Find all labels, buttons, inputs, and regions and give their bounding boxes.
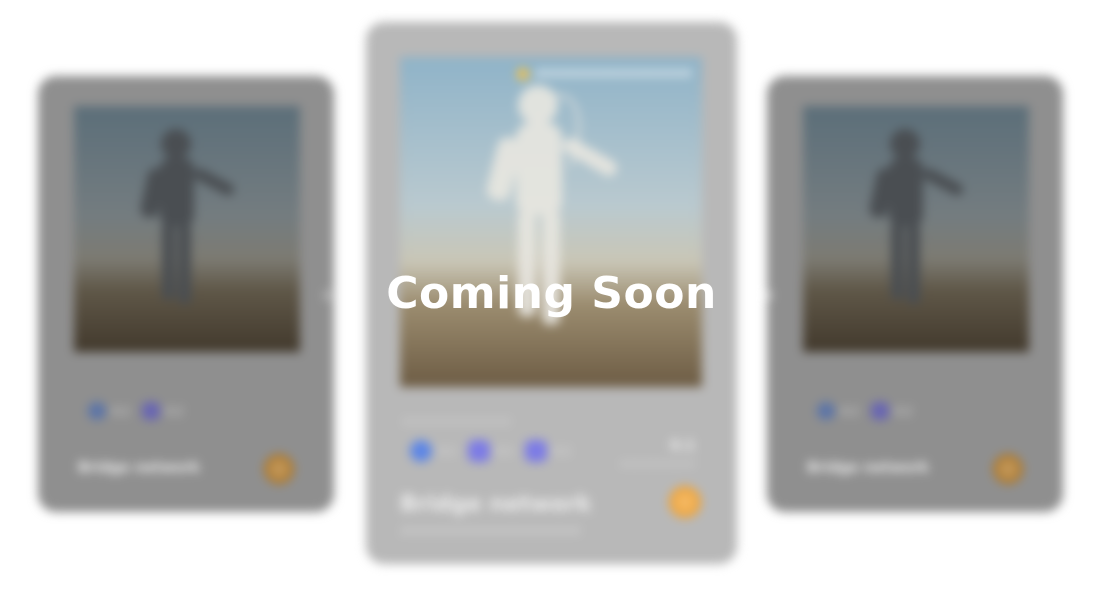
chain-value: 0.2 bbox=[495, 444, 514, 458]
card-title: Bridge network bbox=[807, 460, 929, 476]
price-stat: 0.1 ########## bbox=[620, 438, 695, 470]
astronaut-artwork: ################# bbox=[400, 57, 702, 387]
chain-value: 0.2 bbox=[438, 444, 456, 458]
circle-chain-icon bbox=[88, 402, 106, 420]
featured-badge: ################# bbox=[517, 67, 692, 80]
chain-value: 0.2 bbox=[112, 404, 130, 418]
card-title: Bridge network bbox=[78, 460, 200, 476]
chain-item: 0.2 bbox=[410, 440, 456, 462]
chain-value: 0.2 bbox=[553, 444, 571, 458]
square-chain-icon bbox=[525, 440, 547, 462]
square-chain-icon bbox=[141, 402, 160, 420]
stat-value: 0.1 bbox=[670, 438, 695, 454]
action-button[interactable] bbox=[669, 486, 701, 518]
circle-icon bbox=[1001, 462, 1015, 476]
chain-item: 0.2 bbox=[141, 402, 184, 420]
chain-item: 0.2 bbox=[525, 440, 571, 462]
coming-soon-title: Coming Soon bbox=[386, 268, 717, 319]
chain-list: 0.2 0.2 bbox=[88, 402, 183, 420]
star-icon bbox=[517, 67, 530, 80]
circle-chain-icon bbox=[410, 440, 432, 462]
chain-item: 0.2 bbox=[88, 402, 130, 420]
astronaut-figure bbox=[486, 85, 618, 325]
square-chain-icon bbox=[870, 402, 889, 420]
chain-list: 0.2 0.2 0.2 bbox=[410, 440, 571, 462]
chain-value: 0.2 bbox=[841, 404, 859, 418]
chain-item: 0.2 bbox=[870, 402, 913, 420]
chain-value: 0.2 bbox=[165, 404, 184, 418]
badge-label: ################# bbox=[535, 67, 692, 80]
action-button[interactable] bbox=[264, 454, 294, 484]
chain-value: 0.2 bbox=[894, 404, 913, 418]
circle-icon bbox=[272, 462, 286, 476]
chain-item: 0.2 bbox=[817, 402, 859, 420]
card-title: Bridge network bbox=[400, 492, 592, 517]
action-button[interactable] bbox=[993, 454, 1023, 484]
section-label: ############# bbox=[402, 417, 511, 428]
chain-item: 0.2 bbox=[467, 440, 514, 462]
circle-icon bbox=[678, 495, 692, 509]
chain-list: 0.2 0.2 bbox=[817, 402, 912, 420]
square-chain-icon bbox=[467, 440, 490, 462]
card-subtitle: ################## bbox=[400, 524, 581, 538]
circle-chain-icon bbox=[817, 402, 835, 420]
stat-label: ########## bbox=[619, 460, 695, 470]
